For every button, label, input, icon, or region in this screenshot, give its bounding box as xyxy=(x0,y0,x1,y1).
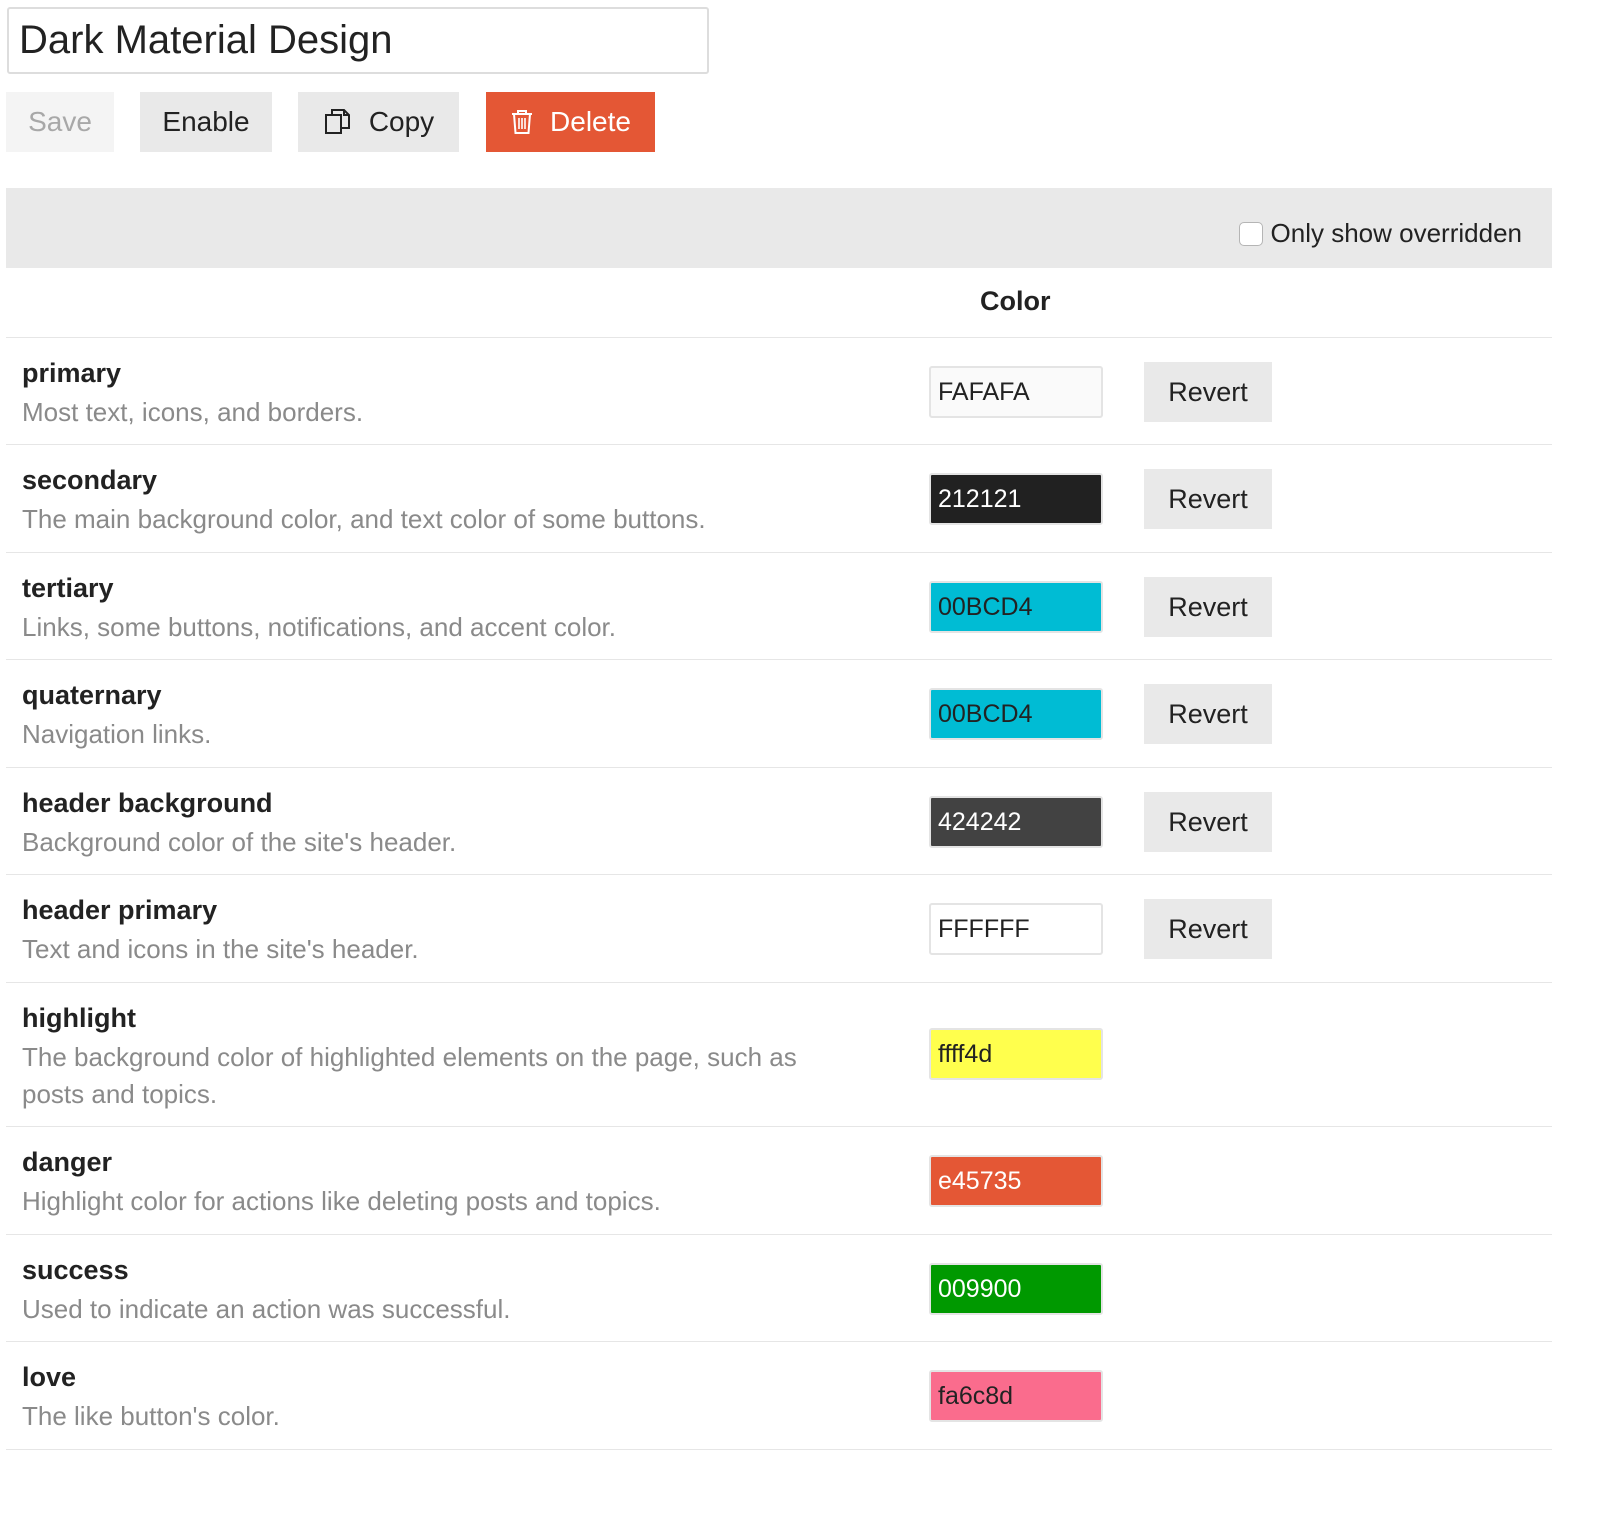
color-row-danger: danger Highlight color for actions like d… xyxy=(6,1127,1552,1235)
color-name: header primary xyxy=(22,895,218,925)
color-row-header-background: header background Background color of the… xyxy=(6,768,1552,875)
color-name: quaternary xyxy=(22,680,162,710)
color-row-secondary: secondary The main background color, and … xyxy=(6,445,1552,553)
color-description: Text and icons in the site's header. xyxy=(22,934,419,964)
color-description: The background color of highlighted elem… xyxy=(22,1042,797,1109)
color-name: primary xyxy=(22,358,122,388)
color-name: secondary xyxy=(22,465,158,495)
delete-button[interactable]: Delete xyxy=(486,92,655,152)
color-value-input[interactable] xyxy=(929,796,1103,848)
color-description: Used to indicate an action was successfu… xyxy=(22,1294,511,1324)
revert-button[interactable]: Revert xyxy=(1144,684,1272,744)
filter-bar: Only show overridden xyxy=(6,188,1552,268)
color-description: Most text, icons, and borders. xyxy=(22,397,364,427)
color-column-header: Color xyxy=(980,286,1051,316)
color-row-tertiary: tertiary Links, some buttons, notificatio… xyxy=(6,553,1552,660)
copy-icon xyxy=(323,107,353,137)
color-description: The main background color, and text colo… xyxy=(22,504,706,534)
color-name: highlight xyxy=(22,1003,136,1033)
color-name: danger xyxy=(22,1147,113,1177)
color-row-header-primary: header primary Text and icons in the site… xyxy=(6,875,1552,983)
revert-button[interactable]: Revert xyxy=(1144,792,1272,852)
color-scheme-table: Color primary Most text, icons, and borde… xyxy=(6,268,1552,1450)
color-description: Background color of the site's header. xyxy=(22,827,457,857)
color-name: love xyxy=(22,1362,77,1392)
color-value-input[interactable] xyxy=(929,366,1103,418)
revert-button[interactable]: Revert xyxy=(1144,469,1272,529)
only-show-overridden-toggle[interactable]: Only show overridden xyxy=(1238,218,1522,249)
color-rows: primary Most text, icons, and borders. Rev… xyxy=(6,338,1552,1450)
copy-button-label: Copy xyxy=(368,106,435,137)
save-button-label: Save xyxy=(28,106,92,137)
table-header: Color xyxy=(6,268,1552,338)
color-description: Links, some buttons, notifications, and … xyxy=(22,612,617,642)
color-row-quaternary: quaternary Navigation links. Revert xyxy=(6,660,1552,768)
color-value-input[interactable] xyxy=(929,1370,1103,1422)
color-description: Highlight color for actions like deletin… xyxy=(22,1186,661,1216)
save-button[interactable]: Save xyxy=(6,92,114,152)
delete-button-label: Delete xyxy=(550,106,631,137)
only-show-overridden-checkbox[interactable] xyxy=(1238,221,1263,246)
color-value-input[interactable] xyxy=(929,473,1103,525)
revert-button[interactable]: Revert xyxy=(1144,362,1272,422)
color-value-input[interactable] xyxy=(929,1028,1103,1080)
color-name: success xyxy=(22,1255,129,1285)
revert-button[interactable]: Revert xyxy=(1144,577,1272,637)
color-row-success: success Used to indicate an action was su… xyxy=(6,1235,1552,1342)
copy-button[interactable]: Copy xyxy=(298,92,459,152)
color-value-input[interactable] xyxy=(929,903,1103,955)
color-name: header background xyxy=(22,788,273,818)
color-row-love: love The like button's color. xyxy=(6,1342,1552,1450)
color-name: tertiary xyxy=(22,573,114,603)
color-description: Navigation links. xyxy=(22,719,212,749)
theme-name-input[interactable] xyxy=(7,7,709,74)
enable-button[interactable]: Enable xyxy=(140,92,272,152)
enable-button-label: Enable xyxy=(162,106,250,137)
color-row-highlight: highlight The background color of highlig… xyxy=(6,983,1552,1127)
color-row-primary: primary Most text, icons, and borders. Rev… xyxy=(6,338,1552,445)
color-value-input[interactable] xyxy=(929,581,1103,633)
color-value-input[interactable] xyxy=(929,688,1103,740)
color-value-input[interactable] xyxy=(929,1155,1103,1207)
revert-button[interactable]: Revert xyxy=(1144,899,1272,959)
only-show-overridden-label: Only show overridden xyxy=(1270,218,1522,248)
color-description: The like button's color. xyxy=(22,1401,280,1431)
color-value-input[interactable] xyxy=(929,1263,1103,1315)
trash-icon xyxy=(510,109,534,135)
